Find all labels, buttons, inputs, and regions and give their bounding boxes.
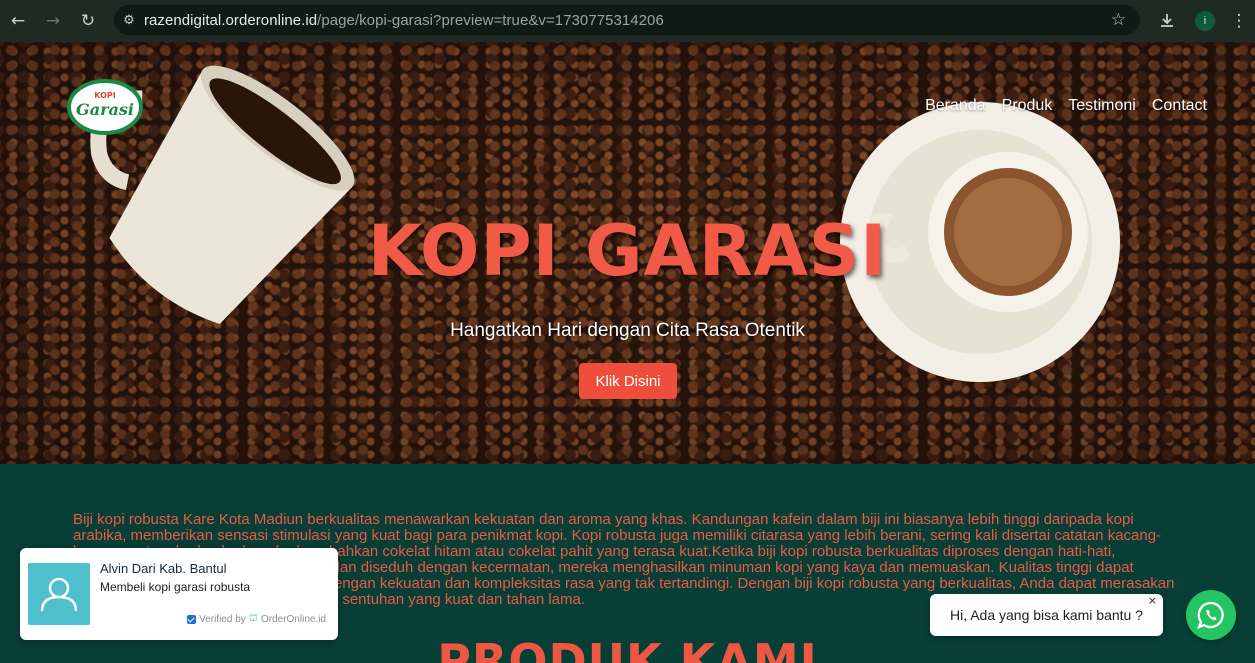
svg-text:Garasi: Garasi [76, 100, 134, 119]
cart-icon: ⛫ [248, 613, 258, 624]
whatsapp-button[interactable] [1186, 590, 1236, 640]
buyer-name: Alvin Dari Kab. Bantul [100, 561, 227, 576]
verified-badge: Verified by ⛫ OrderOnline.id [187, 613, 326, 626]
hero-title: KOPI GARASI [367, 210, 888, 292]
whatsapp-icon [1196, 601, 1224, 630]
close-icon[interactable]: × [1148, 594, 1157, 607]
browser-toolbar: ← → ↻ ⚙ razendigital.orderonline.id/page… [0, 0, 1255, 42]
profile-avatar[interactable]: i [1195, 11, 1215, 31]
check-icon [187, 615, 197, 624]
url-text[interactable]: razendigital.orderonline.id/page/kopi-ga… [144, 12, 664, 29]
nav-contact[interactable]: Contact [1152, 97, 1207, 115]
nav-beranda[interactable]: Beranda [925, 97, 986, 115]
reload-button[interactable]: ↻ [76, 9, 100, 33]
menu-kebab-icon[interactable]: ⋮ [1227, 9, 1251, 33]
forward-button[interactable]: → [41, 9, 65, 33]
cta-button[interactable]: Klik Disini [579, 363, 677, 399]
kopi-garasi-logo[interactable]: KOPI Garasi [67, 79, 143, 135]
download-icon[interactable] [1155, 9, 1179, 33]
nav-testimoni[interactable]: Testimoni [1068, 97, 1136, 115]
site-settings-icon[interactable]: ⚙ [114, 13, 144, 28]
address-bar[interactable]: ⚙ razendigital.orderonline.id/page/kopi-… [114, 5, 1140, 35]
main-nav: Beranda Produk Testimoni Contact [925, 97, 1207, 115]
hero-subtitle: Hangatkan Hari dengan Cita Rasa Otentik [450, 320, 805, 341]
chat-greeting-bubble[interactable]: Hi, Ada yang bisa kami bantu ? × [930, 594, 1163, 636]
back-button[interactable]: ← [6, 9, 30, 33]
chat-greeting-text: Hi, Ada yang bisa kami bantu ? [949, 607, 1143, 623]
hero-section: KOPI Garasi Beranda Produk Testimoni Con… [0, 42, 1255, 464]
nav-produk[interactable]: Produk [1002, 97, 1053, 115]
user-avatar-icon [28, 563, 90, 625]
purchase-message: Membeli kopi garasi robusta [100, 580, 251, 594]
bookmark-star-icon[interactable]: ☆ [1111, 10, 1126, 30]
svg-text:KOPI: KOPI [94, 91, 116, 100]
purchase-notification[interactable]: Alvin Dari Kab. Bantul Membeli kopi gara… [20, 548, 338, 640]
